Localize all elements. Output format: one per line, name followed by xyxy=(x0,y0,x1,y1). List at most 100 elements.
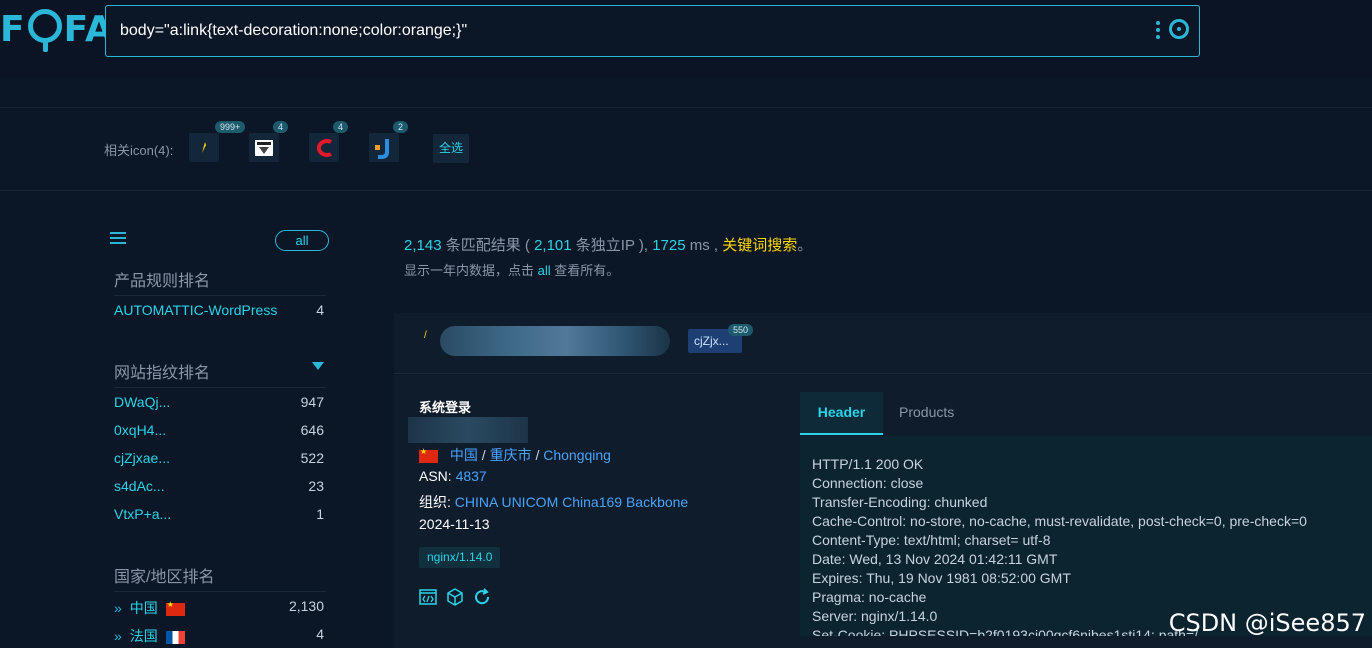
fingerprint-count: 23 xyxy=(308,478,324,494)
country-count: 2,130 xyxy=(288,598,324,614)
header-line: Date: Wed, 13 Nov 2024 01:42:11 GMT xyxy=(812,551,1058,567)
header-line: Content-Type: text/html; charset= utf-8 xyxy=(812,532,1051,548)
fingerprint-name[interactable]: s4dAc... xyxy=(114,478,165,494)
product-row[interactable]: AUTOMATTIC-WordPress 4 xyxy=(114,302,326,322)
tag-count-badge: 550 xyxy=(728,324,754,336)
icon-count-badge: 999+ xyxy=(215,121,246,133)
fingerprint-ranking-title: 网站指纹排名 xyxy=(114,365,211,382)
country-row[interactable]: » 法国 4 xyxy=(114,626,326,646)
favicon-icon: / xyxy=(424,330,427,341)
fingerprint-row[interactable]: 0xqH4... 646 xyxy=(114,422,326,442)
country-name[interactable]: 中国 xyxy=(130,600,158,616)
fingerprint-count: 947 xyxy=(300,394,324,410)
product-count: 4 xyxy=(316,302,324,318)
asn-link[interactable]: 4837 xyxy=(456,468,487,484)
fingerprint-name[interactable]: DWaQj... xyxy=(114,394,170,410)
divider xyxy=(114,591,326,592)
http-header-content: HTTP/1.1 200 OK Connection: close Transf… xyxy=(800,436,1372,636)
query-time: 1725 xyxy=(652,237,686,254)
redacted-host xyxy=(440,326,670,356)
fofa-logo[interactable]: F FA xyxy=(0,6,114,52)
refresh-icon[interactable] xyxy=(473,588,491,606)
tab-products[interactable]: Products xyxy=(899,392,954,435)
chevron-right-icon[interactable]: » xyxy=(114,600,122,616)
logo-text: F FA xyxy=(0,8,114,52)
related-icon-1[interactable]: 999+ xyxy=(189,121,246,162)
fingerprint-name[interactable]: VtxP+a... xyxy=(114,506,171,522)
separator: / xyxy=(481,447,486,463)
location-region[interactable]: 重庆市 xyxy=(490,447,532,463)
search-icon[interactable] xyxy=(1169,19,1189,39)
fingerprint-count: 646 xyxy=(300,422,324,438)
country-count: 4 xyxy=(316,626,324,642)
header-line: Cache-Control: no-store, no-cache, must-… xyxy=(812,513,1307,529)
page-title: 系统登录 xyxy=(419,400,472,415)
related-icons-label: 相关icon(4): xyxy=(104,143,174,158)
icon-count-badge: 4 xyxy=(273,121,289,133)
total-results-label: 条匹配结果 ( xyxy=(445,237,530,254)
results-summary: 2,143 条匹配结果 ( 2,101 条独立IP ), 1725 ms , 关… xyxy=(404,234,812,255)
header-line: Pragma: no-cache xyxy=(812,589,927,605)
icon-count-badge: 4 xyxy=(333,121,349,133)
france-flag-icon xyxy=(165,630,185,644)
funnel-filter-icon[interactable] xyxy=(312,362,324,374)
results-subtext: 显示一年内数据，点击 all 查看所有。 xyxy=(404,260,619,279)
keyword-search-link[interactable]: 关键词搜索 xyxy=(722,237,797,254)
detail-tabs: Header Products xyxy=(800,392,1372,435)
red-c-logo-icon xyxy=(316,139,332,157)
all-toggle-button[interactable]: all xyxy=(275,230,329,251)
date-row: 2024-11-13 xyxy=(419,516,490,532)
code-icon[interactable] xyxy=(419,588,437,606)
filter-settings-icon[interactable] xyxy=(110,232,126,246)
logo-o-icon xyxy=(27,8,62,52)
country-row[interactable]: » 中国 2,130 xyxy=(114,598,326,618)
related-icon-2[interactable]: 4 xyxy=(249,121,289,162)
product-name[interactable]: AUTOMATTIC-WordPress xyxy=(114,302,277,318)
search-input[interactable]: body="a:link{text-decoration:none;color:… xyxy=(105,5,1200,57)
chevron-right-icon[interactable]: » xyxy=(114,628,122,644)
location-country[interactable]: 中国 xyxy=(450,447,478,463)
fingerprint-row[interactable]: cjZjxae... 522 xyxy=(114,450,326,470)
tab-header[interactable]: Header xyxy=(800,392,883,435)
show-all-link[interactable]: all xyxy=(538,263,551,278)
period: 。 xyxy=(797,237,813,254)
cube-icon[interactable] xyxy=(446,588,464,606)
separator: / xyxy=(535,447,540,463)
product-ranking-title: 产品规则排名 xyxy=(114,273,211,290)
location-city[interactable]: Chongqing xyxy=(543,447,611,463)
country-name[interactable]: 法国 xyxy=(130,628,158,644)
fingerprint-name[interactable]: 0xqH4... xyxy=(114,422,166,438)
org-label: 组织: xyxy=(419,494,451,510)
header-line: Connection: close xyxy=(812,475,924,491)
server-tag[interactable]: nginx/1.14.0 xyxy=(419,547,501,568)
more-options-icon[interactable] xyxy=(1155,21,1161,41)
country-ranking-title: 国家/地区排名 xyxy=(114,569,215,586)
icon-count-badge: 2 xyxy=(393,121,409,133)
related-icon-3[interactable]: 4 xyxy=(309,121,349,162)
asn-row: ASN: 4837 xyxy=(419,468,487,484)
location-row: 中国 / 重庆市 / Chongqing xyxy=(419,445,611,465)
divider xyxy=(114,387,326,388)
search-query[interactable]: body="a:link{text-decoration:none;color:… xyxy=(120,22,467,40)
header-line: HTTP/1.1 200 OK xyxy=(812,456,924,472)
china-flag-icon xyxy=(165,600,185,616)
unique-ip-count: 2,101 xyxy=(534,237,572,254)
redacted-ip xyxy=(408,417,528,443)
query-time-unit: ms , xyxy=(689,237,719,254)
fingerprint-name[interactable]: cjZjxae... xyxy=(114,450,170,466)
org-link[interactable]: CHINA UNICOM China169 Backbone xyxy=(455,494,688,510)
badge-logo-icon xyxy=(255,140,273,156)
fingerprint-row[interactable]: s4dAc... 23 xyxy=(114,478,326,498)
blue-j-logo-icon xyxy=(375,139,389,159)
fingerprint-row[interactable]: VtxP+a... 1 xyxy=(114,506,326,526)
wordpress-feather-icon xyxy=(202,142,206,153)
fingerprint-count: 1 xyxy=(316,506,324,522)
subtext-post: 查看所有。 xyxy=(554,263,620,278)
related-icon-4[interactable]: 2 xyxy=(369,121,409,162)
fingerprint-row[interactable]: DWaQj... 947 xyxy=(114,394,326,414)
divider xyxy=(114,295,326,296)
secondary-bar xyxy=(0,78,1372,108)
select-all-button[interactable]: 全选 xyxy=(433,134,469,163)
subtext-pre: 显示一年内数据，点击 xyxy=(404,263,535,278)
asn-label: ASN: xyxy=(419,468,452,484)
